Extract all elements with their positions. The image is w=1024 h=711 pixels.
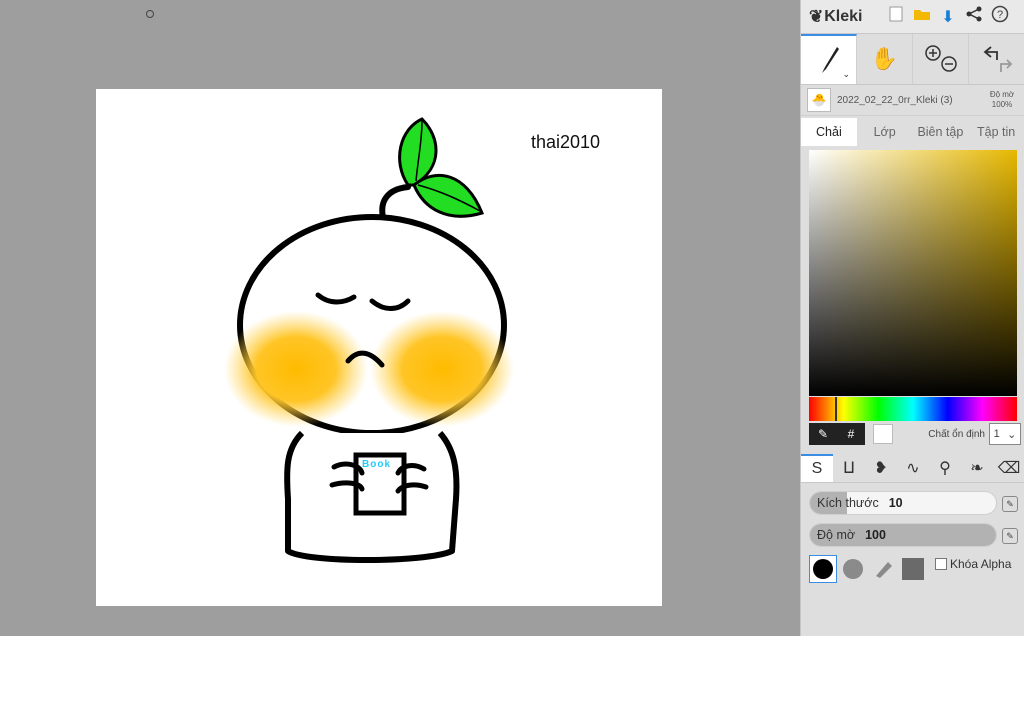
- book-label: Book: [362, 459, 391, 470]
- stabilizer-select[interactable]: 1 ⌄: [989, 423, 1021, 445]
- secondary-color-swatch[interactable]: [873, 424, 893, 444]
- zoom-tools[interactable]: [913, 34, 969, 84]
- document-row: 🐣 2022_02_22_0rr_Kleki (3) Độ mờ 100%: [801, 85, 1024, 116]
- canvas-workspace[interactable]: thai2010 Book: [0, 0, 800, 636]
- brush-type-row: S ⵡ ❥ ∿ ⚲ ❧ ⌫: [801, 454, 1024, 483]
- top-toolbar: ❦ Kleki ⬇ ?: [801, 0, 1024, 34]
- blend-brush-icon: ⵡ: [842, 460, 856, 477]
- pen-brush[interactable]: S: [801, 454, 833, 482]
- square-shape[interactable]: [899, 555, 927, 583]
- eraser-icon: ⌫: [997, 460, 1021, 477]
- square-shape-icon: [902, 558, 924, 580]
- line-brush[interactable]: ∿: [897, 454, 929, 482]
- soft-circle-icon: [843, 559, 863, 579]
- opacity-slider-value: 100: [865, 528, 886, 542]
- app-name: Kleki: [824, 7, 863, 25]
- brush-shape-row: [809, 555, 929, 583]
- alpha-lock-checkbox[interactable]: Khóa Alpha: [935, 557, 1011, 571]
- new-file-icon[interactable]: [883, 6, 909, 27]
- side-panel: ❦ Kleki ⬇ ? ⌄ ✋ 🐣 2022_02_22_0rr_Kleki (…: [800, 0, 1024, 636]
- hand-icon: ✋: [870, 46, 899, 71]
- pixel-brush-icon: ⚲: [939, 460, 951, 477]
- color-controls: ✎ # Chất ổn định 1 ⌄: [809, 423, 1021, 445]
- undo-redo-tools[interactable]: [969, 34, 1024, 84]
- sketchy-brush-icon: ❥: [874, 460, 888, 477]
- size-slider-label: Kích thước: [817, 496, 879, 510]
- panel-tabs: Chải Lớp Biên tập Tập tin: [801, 116, 1024, 146]
- eraser-brush[interactable]: ⌫: [993, 454, 1024, 482]
- help-icon[interactable]: ?: [987, 5, 1013, 28]
- line-brush-icon: ∿: [906, 460, 920, 477]
- circle-shape-icon: [813, 559, 833, 579]
- opacity-slider-label: Độ mờ: [817, 528, 856, 542]
- pen-brush-icon: S: [811, 460, 823, 477]
- open-folder-icon[interactable]: [909, 7, 935, 26]
- hue-slider[interactable]: [809, 397, 1017, 421]
- brush-cursor: [146, 10, 154, 18]
- chevron-down-icon[interactable]: ⌄: [842, 69, 850, 80]
- tab-layers[interactable]: Lớp: [857, 125, 913, 146]
- eyedropper-icon[interactable]: ✎: [809, 423, 837, 445]
- chevron-down-icon: ⌄: [1007, 428, 1017, 441]
- document-name: 2022_02_22_0rr_Kleki (3): [837, 94, 953, 106]
- brush-tool[interactable]: ⌄: [801, 34, 857, 84]
- drawing-illustration: [224, 117, 514, 563]
- opacity-slider[interactable]: Độ mờ 100: [809, 523, 997, 547]
- soft-circle-shape[interactable]: [839, 555, 867, 583]
- color-saturation-picker[interactable]: [809, 150, 1017, 396]
- document-opacity: Độ mờ 100%: [989, 90, 1015, 109]
- tab-brush[interactable]: Chải: [801, 118, 857, 146]
- hex-button[interactable]: #: [837, 423, 865, 445]
- circle-shape[interactable]: [809, 555, 837, 583]
- drawing-canvas[interactable]: thai2010 Book: [96, 89, 662, 606]
- app-logo: ❦ Kleki: [801, 7, 883, 27]
- checkbox-icon: [935, 558, 947, 570]
- layer-thumbnail[interactable]: 🐣: [807, 88, 831, 112]
- sketchy-brush[interactable]: ❥: [865, 454, 897, 482]
- size-slider[interactable]: Kích thước 10: [809, 491, 997, 515]
- chemy-brush[interactable]: ❧: [961, 454, 993, 482]
- tab-edit[interactable]: Biên tập: [913, 125, 969, 146]
- stabilizer-label: Chất ổn định: [928, 428, 985, 440]
- hue-slider-handle[interactable]: [835, 397, 837, 421]
- brush-icon: [821, 47, 839, 73]
- svg-text:?: ?: [997, 9, 1003, 21]
- share-icon[interactable]: [961, 6, 987, 27]
- size-slider-value: 10: [888, 496, 903, 510]
- chisel-shape[interactable]: [869, 555, 897, 583]
- kleki-logo-icon: ❦: [809, 6, 824, 26]
- alpha-lock-label: Khóa Alpha: [950, 557, 1012, 571]
- canvas-signature-text: thai2010: [531, 132, 601, 152]
- download-icon[interactable]: ⬇: [935, 7, 961, 27]
- chisel-shape-icon: [876, 562, 892, 578]
- chemy-brush-icon: ❧: [970, 460, 984, 477]
- hand-tool[interactable]: ✋: [857, 34, 913, 84]
- pixel-brush[interactable]: ⚲: [929, 454, 961, 482]
- opacity-edit-button[interactable]: ✎: [1002, 528, 1018, 544]
- size-edit-button[interactable]: ✎: [1002, 496, 1018, 512]
- blend-brush[interactable]: ⵡ: [833, 454, 865, 482]
- tab-file[interactable]: Tập tin: [968, 125, 1024, 146]
- main-tool-row: ⌄ ✋: [801, 34, 1024, 85]
